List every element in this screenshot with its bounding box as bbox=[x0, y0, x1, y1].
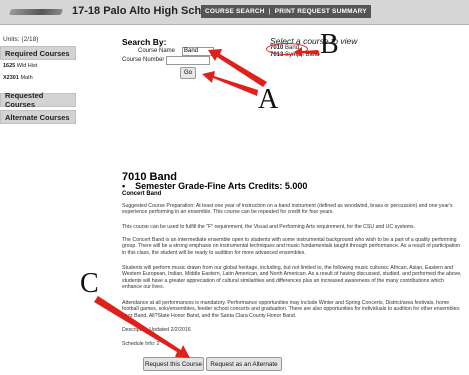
annotation-label-b: B bbox=[320, 29, 339, 60]
arrow-a-upper bbox=[208, 49, 267, 87]
annotation-label-a: A bbox=[258, 84, 279, 115]
annotation-label-c: C bbox=[80, 268, 99, 299]
annotation-arrows bbox=[94, 47, 320, 358]
arrow-b bbox=[294, 47, 320, 57]
arrow-c bbox=[94, 296, 190, 358]
